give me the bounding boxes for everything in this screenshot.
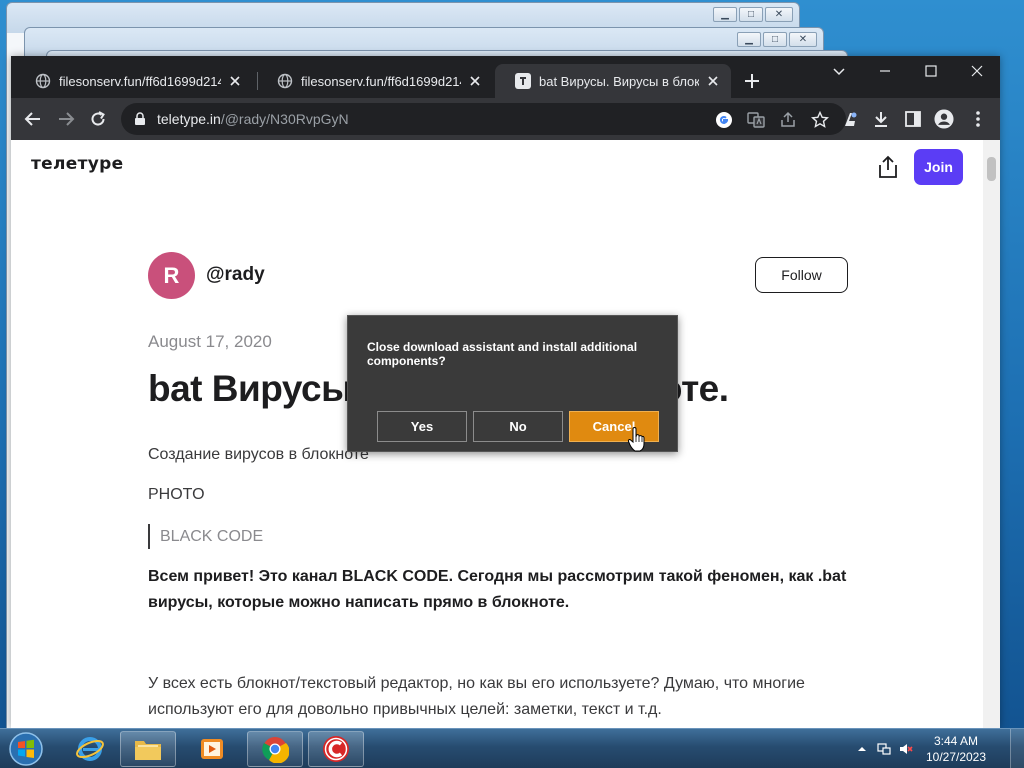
show-hidden-icons-chevron-icon[interactable] <box>854 741 870 757</box>
side-panel-icon[interactable] <box>903 109 923 129</box>
chevron-down-icon <box>833 68 845 76</box>
taskbar-media-player[interactable] <box>184 731 240 767</box>
minimize-button[interactable]: ▁ <box>737 32 761 47</box>
translate-icon[interactable] <box>747 111 765 129</box>
tab-title: bat Вирусы. Вирусы в блокноте. <box>539 73 699 89</box>
taskbar: 3:44 AM 10/27/2023 <box>0 728 1024 768</box>
clock-date: 10/27/2023 <box>925 750 987 764</box>
minimize-button[interactable] <box>862 56 908 86</box>
tab-search-button[interactable] <box>816 56 862 86</box>
scrollbar-thumb[interactable] <box>987 157 996 181</box>
clock[interactable]: 3:44 AM 10/27/2023 <box>924 733 988 765</box>
tab-filesonserv-2[interactable]: filesonserv.fun/ff6d1699d214aff <box>257 64 493 98</box>
speaker-muted-icon[interactable] <box>898 741 914 757</box>
url-host: teletype.in <box>157 111 221 127</box>
internet-explorer-icon <box>76 737 104 761</box>
tab-close-icon[interactable] <box>705 73 721 89</box>
folder-icon <box>135 741 161 760</box>
arrow-left-icon <box>24 112 40 126</box>
maximize-button[interactable] <box>908 56 954 86</box>
start-button[interactable] <box>6 730 46 768</box>
show-desktop-button[interactable] <box>1010 729 1024 768</box>
share-icon[interactable] <box>779 111 797 129</box>
author-handle[interactable]: @rady <box>206 264 265 286</box>
clock-time: 3:44 AM <box>933 734 979 748</box>
taskbar-internet-explorer[interactable] <box>62 731 118 767</box>
join-button[interactable]: Join <box>914 149 963 185</box>
article-date: August 17, 2020 <box>148 332 272 351</box>
media-player-icon <box>201 739 223 759</box>
minimize-button[interactable]: ▁ <box>713 7 737 22</box>
taskbar-ccleaner[interactable] <box>308 731 364 767</box>
extension-icon[interactable] <box>840 109 860 129</box>
page-scrollbar[interactable] <box>983 140 1000 728</box>
arrow-right-icon <box>59 112 75 126</box>
share-icon[interactable] <box>876 154 900 180</box>
teletype-favicon-icon <box>515 73 531 89</box>
globe-icon <box>277 73 293 89</box>
close-window-button[interactable] <box>954 56 1000 86</box>
taskbar-file-explorer[interactable] <box>120 731 176 767</box>
system-tray: 3:44 AM 10/27/2023 <box>854 729 988 768</box>
browser-toolbar: teletype.in/@rady/N30RvpGyN <box>11 98 1000 140</box>
maximize-icon <box>925 65 937 77</box>
article-intro-bold: Всем привет! Это канал BLACK CODE. Сегод… <box>148 568 847 611</box>
close-button[interactable]: ✕ <box>789 32 817 47</box>
reload-button[interactable] <box>86 107 110 131</box>
google-icon[interactable] <box>715 111 733 129</box>
windows-orb-icon <box>9 732 43 766</box>
yes-button[interactable]: Yes <box>377 411 467 442</box>
window-controls <box>816 56 1000 86</box>
article-paragraph: Создание вирусов в блокноте <box>148 446 369 463</box>
bookmark-star-icon[interactable] <box>811 111 829 129</box>
no-button[interactable]: No <box>473 411 563 442</box>
tab-strip: filesonserv.fun/ff6d1699d214aff filesons… <box>11 56 1000 98</box>
taskbar-google-chrome[interactable] <box>247 731 303 767</box>
hand-cursor-icon <box>627 427 645 452</box>
close-button[interactable]: ✕ <box>765 7 793 22</box>
download-icon[interactable] <box>871 109 891 129</box>
forward-button[interactable] <box>54 107 78 131</box>
chrome-icon <box>262 737 289 763</box>
tab-close-icon[interactable] <box>467 73 483 89</box>
url-path: /@rady/N30RvpGyN <box>220 111 349 127</box>
ccleaner-icon <box>323 736 349 762</box>
maximize-button[interactable]: □ <box>763 32 787 47</box>
reload-icon <box>91 111 105 126</box>
menu-kebab-icon[interactable] <box>968 109 988 129</box>
maximize-button[interactable]: □ <box>739 7 763 22</box>
tab-teletype[interactable]: bat Вирусы. Вирусы в блокноте. <box>495 64 731 98</box>
new-tab-icon[interactable] <box>741 70 763 92</box>
globe-icon <box>35 73 51 89</box>
follow-button[interactable]: Follow <box>755 257 848 293</box>
article-paragraph: PHOTO <box>148 486 205 503</box>
tab-filesonserv-1[interactable]: filesonserv.fun/ff6d1699d214aff <box>15 64 253 98</box>
back-button[interactable] <box>21 107 45 131</box>
teletype-logo[interactable]: тeлeтype <box>31 154 123 174</box>
minimize-icon <box>880 70 890 72</box>
tab-close-icon[interactable] <box>227 73 243 89</box>
close-icon <box>971 65 983 77</box>
author-avatar[interactable]: R <box>148 252 195 299</box>
profile-avatar-icon[interactable] <box>934 109 954 129</box>
tab-title: filesonserv.fun/ff6d1699d214aff <box>301 73 461 89</box>
network-icon[interactable] <box>876 741 892 757</box>
address-bar[interactable]: teletype.in/@rady/N30RvpGyN <box>121 103 846 135</box>
article-quote: BLACK CODE <box>148 524 263 549</box>
dialog-message: Close download assistant and install add… <box>367 340 638 368</box>
tab-title: filesonserv.fun/ff6d1699d214aff <box>59 73 221 89</box>
lock-icon[interactable] <box>133 112 147 126</box>
article-body-paragraph: У всех есть блокнот/текстовый редактор, … <box>148 675 805 718</box>
